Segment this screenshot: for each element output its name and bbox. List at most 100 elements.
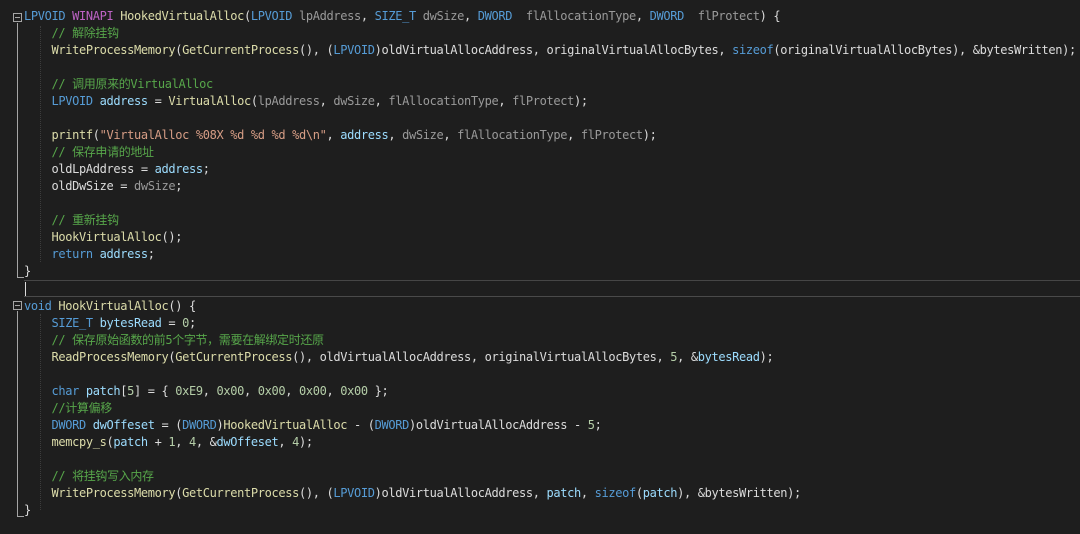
code-token: , [278,435,293,449]
code-token: flProtect [697,9,760,23]
code-token: } [24,503,31,517]
fold-guide-end [17,516,24,517]
code-line[interactable]: oldLpAddress = address; [24,161,210,178]
code-token: oldLpAddress [51,162,135,176]
code-token: 0x00 [216,384,245,398]
code-line[interactable]: // 解除挂钩 [24,25,119,42]
code-token: , [388,128,403,142]
code-token: dwOffeset [216,435,279,449]
code-line[interactable]: printf("VirtualAlloc %08X %d %d %d %d\n"… [24,127,657,144]
code-token: patch [85,384,121,398]
code-token: return [51,247,100,261]
code-token: oldVirtualAllocAddress [381,43,534,57]
code-token: oldVirtualAllocAddress [319,350,472,364]
code-line[interactable]: } [24,263,31,280]
code-token: SIZE_T [51,316,100,330]
code-token: , [175,435,189,449]
code-line[interactable]: DWORD dwOffeset = (DWORD)HookedVirtualAl… [24,417,602,434]
code-token: oldVirtualAllocAddress [415,418,568,432]
code-token: dwSize [402,128,444,142]
code-token: = [147,94,169,108]
code-token: () { [168,299,196,313]
code-token: ), & [952,43,980,57]
code-token: 0xE9 [175,384,203,398]
code-line[interactable]: } [24,502,31,519]
code-token: , & [195,435,217,449]
code-token: originalVirtualAllocBytes [484,350,657,364]
code-token: , [580,486,595,500]
code-token: originalVirtualAllocBytes [546,43,719,57]
function-separator [24,296,1080,297]
code-line[interactable]: WriteProcessMemory(GetCurrentProcess(), … [24,42,1077,59]
code-token: 0 [182,316,189,330]
code-line[interactable]: void HookVirtualAlloc() { [24,298,196,315]
code-token: (), [292,350,320,364]
code-token: - ( [347,418,375,432]
code-token: = ( [154,418,183,432]
collapse-function-hooked-icon[interactable] [13,13,22,22]
code-line[interactable]: oldDwSize = dwSize; [24,178,183,195]
code-token: //计算偏移 [24,401,112,415]
code-token: oldDwSize [51,179,114,193]
code-line[interactable]: ReadProcessMemory(GetCurrentProcess(), o… [24,349,774,366]
code-token: ); [642,128,657,142]
code-token: WriteProcessMemory [51,43,176,57]
code-token: DWORD [182,418,217,432]
code-line[interactable]: // 保存申请的地址 [24,144,154,161]
code-line[interactable]: WriteProcessMemory(GetCurrentProcess(), … [24,485,802,502]
code-line[interactable]: //计算偏移 [24,400,112,417]
code-token: bytesRead [697,350,760,364]
code-line[interactable]: // 重新挂钩 [24,212,119,229]
code-token: ) [409,418,416,432]
code-line[interactable]: // 将挂钩写入内存 [24,468,154,485]
code-line[interactable]: SIZE_T bytesRead = 0; [24,315,197,332]
code-line[interactable]: return address; [24,246,155,263]
code-line[interactable]: // 调用原来的VirtualAlloc [24,76,213,93]
code-token: // 解除挂钩 [24,26,119,40]
code-line[interactable]: LPVOID WINAPI HookedVirtualAlloc(LPVOID … [24,8,781,25]
code-token: 5 [127,384,134,398]
code-editor[interactable]: LPVOID WINAPI HookedVirtualAlloc(LPVOID … [0,0,1080,534]
code-line[interactable]: memcpy_s(patch + 1, 4, &dwOffeset, 4); [24,434,314,451]
code-token: sizeof [732,43,774,57]
code-token: = [161,316,183,330]
code-token: 0x00 [299,384,327,398]
code-token: GetCurrentProcess [182,486,299,500]
code-line[interactable]: HookVirtualAlloc(); [24,229,183,246]
code-token: memcpy_s [51,435,107,449]
code-token: 0x00 [257,384,286,398]
code-token: printf [51,128,94,142]
collapse-function-hook-icon[interactable] [13,301,22,310]
code-token: DWORD [649,9,698,23]
code-token: // 将挂钩写入内存 [24,469,154,483]
code-token: VirtualAlloc [168,94,251,108]
code-token: ( [92,128,100,142]
code-token: address [340,128,389,142]
code-token: // 保存申请的地址 [24,145,154,159]
code-line[interactable]: // 保存原始函数的前5个字节，需要在解绑定时还原 [24,332,324,349]
code-token: dwSize [134,179,176,193]
code-token: , [498,94,513,108]
code-token: LPVOID [51,94,100,108]
code-line[interactable]: char patch[5] = { 0xE9, 0x00, 0x00, 0x00… [24,383,389,400]
code-token: ); [1062,43,1076,57]
code-token: ; [594,418,602,432]
code-token: ) [374,486,382,500]
code-line[interactable]: LPVOID address = VirtualAlloc(lpAddress,… [24,93,589,110]
code-token: ] = { [134,384,176,398]
code-token: ); [787,486,801,500]
code-token: GetCurrentProcess [175,350,293,364]
code-token: patch [113,435,148,449]
code-token: ; [189,316,196,330]
code-token: ReadProcessMemory [51,350,169,364]
code-token: bytesRead [99,316,162,330]
code-token: patch [546,486,582,500]
code-token: 5 [587,418,595,432]
